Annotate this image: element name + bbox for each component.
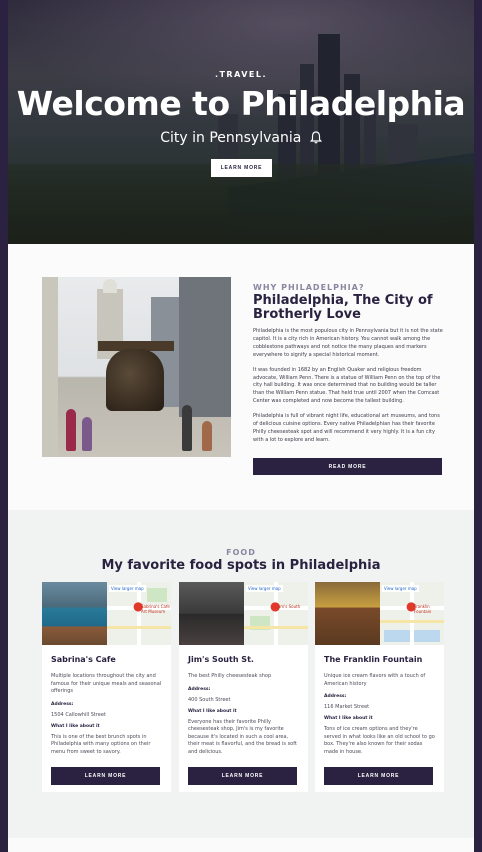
food-eyebrow: FOOD <box>226 548 256 557</box>
hero-subtitle: City in Pennsylvania <box>8 130 474 148</box>
about-paragraph: Philadelphia is the most populous city i… <box>253 328 443 358</box>
photo-person <box>82 417 92 451</box>
hero-subtitle-text: City in Pennsylvania <box>160 130 302 146</box>
food-card: View larger map ● Franklin Fountain The … <box>315 582 444 792</box>
card-body: The Franklin Fountain Unique ice cream f… <box>324 655 435 757</box>
map-road <box>244 626 308 629</box>
photo-tower-top <box>103 279 117 293</box>
storefront-photo <box>42 582 107 645</box>
card-body: Sabrina's Cafe Multiple locations throug… <box>51 655 162 757</box>
read-more-button[interactable]: READ MORE <box>253 458 442 475</box>
food-section: FOOD My favorite food spots in Philadelp… <box>8 510 474 838</box>
liberty-bell-photo <box>42 277 231 457</box>
hero-banner: .TRAVEL. Welcome to Philadelphia City in… <box>8 0 474 244</box>
address-value: 1504 Callowhill Street <box>51 711 106 718</box>
like-label: What I like about it <box>188 708 237 714</box>
card-learn-more-button[interactable]: LEARN MORE <box>324 767 433 785</box>
storefront-photo <box>315 582 380 645</box>
footer-strip <box>8 838 474 852</box>
like-label: What I like about it <box>51 723 100 729</box>
embedded-map[interactable]: View larger map ● Jim's South <box>244 582 308 645</box>
embedded-map[interactable]: View larger map ● Franklin Fountain <box>380 582 444 645</box>
map-place-label: Franklin Fountain <box>414 604 432 614</box>
hero-tagline: .TRAVEL. <box>214 70 268 79</box>
address-value: 400 South Street <box>188 696 231 703</box>
map-place-label: Sabrina's Cafe Art Museum <box>141 604 170 614</box>
card-learn-more-button[interactable]: LEARN MORE <box>51 767 160 785</box>
view-larger-map-link[interactable]: View larger map <box>109 585 146 592</box>
card-description: Unique ice cream flavors with a touch of… <box>324 673 426 687</box>
photo-person <box>66 409 76 451</box>
card-body: Jim's South St. The best Philly cheesest… <box>188 655 299 757</box>
map-road <box>107 626 171 629</box>
photo-bell <box>106 349 164 411</box>
card-title: Sabrina's Cafe <box>51 655 116 664</box>
photo-building <box>179 277 231 417</box>
card-media: View larger map ● Sabrina's Cafe Art Mus… <box>42 582 171 645</box>
hero-title: Welcome to Philadelphia <box>16 84 466 123</box>
bell-icon <box>309 131 322 148</box>
address-value: 116 Market Street <box>324 704 370 711</box>
about-text: WHY PHILADELPHIA? Philadelphia, The City… <box>253 283 443 445</box>
about-eyebrow: WHY PHILADELPHIA? <box>253 283 365 292</box>
view-larger-map-link[interactable]: View larger map <box>382 585 419 592</box>
map-place-label: Jim's South <box>278 604 301 609</box>
card-media: View larger map ● Jim's South <box>179 582 308 645</box>
address-label: Address: <box>188 686 211 692</box>
like-label: What I like about it <box>324 716 373 722</box>
about-paragraph: It was founded in 1682 by an English Qua… <box>253 366 441 405</box>
card-description: Multiple locations throughout the city a… <box>51 673 162 695</box>
address-label: Address: <box>51 701 74 707</box>
like-text: This is one of the best brunch spots in … <box>51 733 151 755</box>
card-title: Jim's South St. <box>188 655 254 664</box>
embedded-map[interactable]: View larger map ● Sabrina's Cafe Art Mus… <box>107 582 171 645</box>
card-media: View larger map ● Franklin Fountain <box>315 582 444 645</box>
card-learn-more-button[interactable]: LEARN MORE <box>188 767 297 785</box>
photo-person <box>202 421 212 451</box>
card-title: The Franklin Fountain <box>324 655 423 664</box>
photo-wall <box>42 277 58 457</box>
about-section: WHY PHILADELPHIA? Philadelphia, The City… <box>8 244 474 510</box>
card-description: The best Philly cheesesteak shop <box>188 673 272 679</box>
view-larger-map-link[interactable]: View larger map <box>246 585 283 592</box>
like-text: Everyone has their favorite Philly chees… <box>188 718 297 755</box>
storefront-photo <box>179 582 244 645</box>
like-text: Tons of ice cream options and they're se… <box>324 726 435 755</box>
address-label: Address: <box>324 694 347 700</box>
map-road <box>380 620 444 623</box>
about-title: Philadelphia, The City of Brotherly Love <box>253 293 433 322</box>
food-card: View larger map ● Jim's South Jim's Sout… <box>179 582 308 792</box>
about-paragraph: Philadelphia is full of vibrant night li… <box>253 413 440 443</box>
photo-person <box>182 405 192 451</box>
hero-learn-more-button[interactable]: LEARN MORE <box>211 159 272 177</box>
map-park <box>147 588 167 602</box>
food-title: My favorite food spots in Philadelphia <box>101 558 381 573</box>
page: .TRAVEL. Welcome to Philadelphia City in… <box>8 0 474 852</box>
food-card: View larger map ● Sabrina's Cafe Art Mus… <box>42 582 171 792</box>
